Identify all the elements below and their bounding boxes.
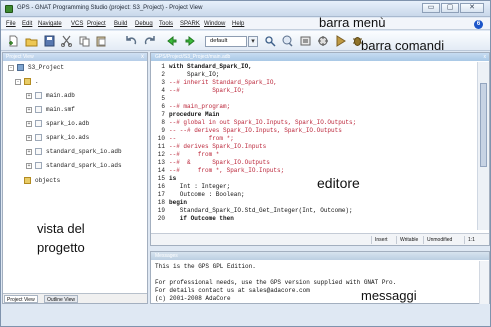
menu-build[interactable]: Build: [114, 21, 127, 27]
annotation-messages: messaggi: [361, 288, 417, 303]
messages-scrollbar[interactable]: [479, 261, 489, 304]
editor-scroll-thumb[interactable]: [480, 83, 487, 167]
messages-header: Messages: [151, 252, 489, 260]
status-unmodified: Unmodified: [423, 236, 452, 244]
code-area[interactable]: 1 with Standard_Spark_IO, 2 Spark_IO; 3 --…: [151, 62, 477, 230]
menu-help[interactable]: Help: [232, 21, 244, 27]
window-title: GPS - GNAT Programming Studio (project: …: [17, 5, 203, 11]
messages-panel: Messages This is the GPS GPL Edition. Fo…: [150, 251, 490, 304]
file-icon: [35, 92, 42, 99]
editor-close-icon[interactable]: x: [484, 53, 487, 61]
run-icon[interactable]: [334, 35, 347, 47]
menu-vcs[interactable]: VCS: [71, 21, 83, 27]
project-view-header: Project View x: [3, 53, 147, 61]
status-writable: Writable: [396, 236, 418, 244]
annotation-project-line-1: vista del: [37, 221, 85, 236]
redo-icon[interactable]: [143, 35, 156, 47]
messages-content: This is the GPS GPL Edition. For profess…: [155, 263, 397, 302]
folder-icon: [24, 177, 31, 184]
menu-debug[interactable]: Debug: [135, 21, 153, 27]
undo-icon[interactable]: [125, 35, 138, 47]
maximize-button[interactable]: ▢: [441, 3, 459, 13]
open-folder-icon[interactable]: [25, 35, 38, 47]
file-icon: [35, 134, 42, 141]
title-bar: GPS - GNAT Programming Studio (project: …: [1, 1, 490, 17]
tree-expander[interactable]: -: [8, 65, 14, 71]
tree-expander[interactable]: -: [15, 79, 21, 85]
info-badge-icon: 6: [474, 20, 483, 29]
build-icon[interactable]: [317, 35, 330, 47]
tree-label: standard_spark_io.adb: [46, 148, 122, 155]
search-icon[interactable]: [264, 35, 277, 47]
tree-label: S3_Project: [28, 64, 65, 71]
annotation-editor: editore: [317, 175, 360, 191]
chevron-down-icon[interactable]: ▾: [248, 36, 258, 47]
menu-edit[interactable]: Edit: [22, 21, 32, 27]
editor-panel: GPS/Project/S3_Project/main.adb x 1 with …: [150, 52, 490, 246]
tree-expander[interactable]: +: [26, 107, 32, 113]
project-view-title: Project View: [6, 54, 34, 60]
project-panel-tabs: Project View Outline View: [3, 293, 147, 303]
editor-file-title: GPS/Project/S3_Project/main.adb: [155, 54, 231, 60]
project-view-panel: Project View x - S3_Project - . + main.a…: [2, 52, 148, 304]
copy-icon[interactable]: [78, 35, 91, 47]
tree-expander[interactable]: +: [26, 121, 32, 127]
menu-tools[interactable]: Tools: [159, 21, 173, 27]
menu-bar: File Edit Navigate VCS Project Build Deb…: [1, 18, 490, 30]
close-window-button[interactable]: ✕: [460, 3, 484, 13]
editor-status-bar: Insert Writable Unmodified 1:1: [151, 233, 489, 245]
new-file-icon[interactable]: [7, 35, 20, 47]
file-icon: [35, 162, 42, 169]
paste-icon[interactable]: [95, 35, 108, 47]
tree-expander[interactable]: +: [26, 149, 32, 155]
tree-label: main.smf: [46, 106, 75, 113]
menu-project[interactable]: Project: [87, 21, 106, 27]
tree-label: .: [35, 78, 39, 85]
save-icon[interactable]: [43, 35, 56, 47]
tree-label: objects: [35, 177, 61, 184]
project-view-close-icon[interactable]: x: [141, 53, 144, 61]
status-cursor-position: 1:1: [464, 236, 475, 244]
compile-icon[interactable]: [299, 35, 312, 47]
magnifier-icon[interactable]: [281, 35, 294, 47]
menu-file[interactable]: File: [6, 21, 16, 27]
tab-outline-view[interactable]: Outline View: [44, 295, 78, 303]
tree-label: main.adb: [46, 92, 75, 99]
menu-navigate[interactable]: Navigate: [38, 21, 62, 27]
line-number: 20: [157, 215, 165, 222]
annotation-menu-bar: barra menù: [319, 15, 386, 30]
menu-window[interactable]: Window: [204, 21, 225, 27]
tree-label: spark_io.adb: [46, 120, 90, 127]
project-root-icon: [17, 64, 24, 71]
tab-project-view[interactable]: Project View: [4, 295, 38, 303]
tree-expander[interactable]: +: [26, 93, 32, 99]
file-icon: [35, 120, 42, 127]
tree-label: spark_io.ads: [46, 134, 90, 141]
menu-spark[interactable]: SPARK: [180, 21, 200, 27]
forward-icon[interactable]: [184, 35, 197, 47]
editor-tab[interactable]: GPS/Project/S3_Project/main.adb x: [151, 53, 489, 61]
minimize-button[interactable]: ▭: [422, 3, 440, 13]
project-selector[interactable]: default: [205, 36, 247, 47]
file-icon: [35, 106, 42, 113]
status-insert: Insert: [371, 236, 388, 244]
file-icon: [35, 148, 42, 155]
folder-icon: [24, 78, 31, 85]
tree-expander[interactable]: +: [26, 135, 32, 141]
back-icon[interactable]: [165, 35, 178, 47]
annotation-toolbar: barra comandi: [361, 38, 445, 53]
cut-icon[interactable]: [60, 35, 73, 47]
editor-scrollbar[interactable]: [477, 62, 489, 230]
annotation-project-line-2: progetto: [37, 240, 85, 255]
tree-label: standard_spark_io.ads: [46, 162, 122, 169]
gps-app-icon: [5, 5, 13, 13]
tree-expander[interactable]: +: [26, 163, 32, 169]
code-line: 20 if Outcome then: [151, 214, 477, 223]
code-text: if Outcome then: [169, 215, 234, 222]
